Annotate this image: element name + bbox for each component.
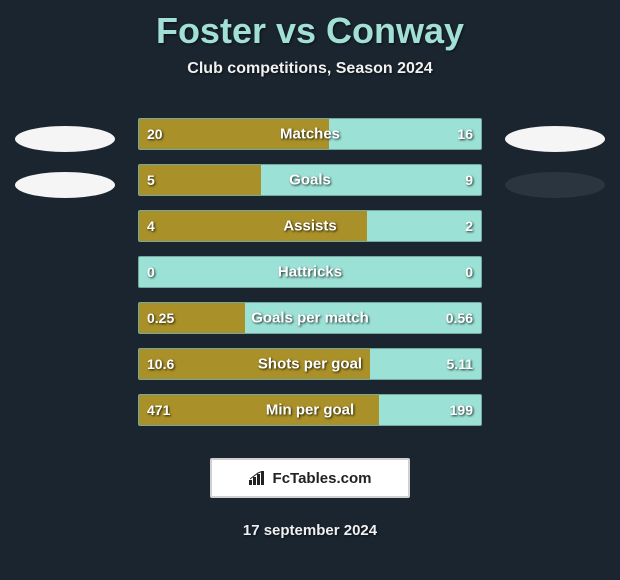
branding-text: FcTables.com — [273, 470, 372, 487]
stat-left-value: 471 — [147, 402, 170, 418]
chart-icon — [249, 471, 267, 485]
stat-left-value: 20 — [147, 126, 163, 142]
left-player-col — [10, 118, 120, 218]
stat-label: Assists — [283, 218, 336, 235]
footer-date: 17 september 2024 — [0, 522, 620, 539]
stat-bars: 20 Matches 16 5 Goals 9 4 Assists 2 0 Ha… — [138, 118, 482, 426]
stats-area: 20 Matches 16 5 Goals 9 4 Assists 2 0 Ha… — [0, 118, 620, 426]
stat-label: Hattricks — [278, 264, 342, 281]
right-player-col — [500, 118, 610, 218]
stat-right-value: 9 — [465, 172, 473, 188]
page-subtitle: Club competitions, Season 2024 — [0, 60, 620, 78]
stat-label: Min per goal — [266, 402, 354, 419]
stat-fill-left — [139, 165, 261, 195]
stat-row-goals-per-match: 0.25 Goals per match 0.56 — [138, 302, 482, 334]
stat-left-value: 0.25 — [147, 310, 174, 326]
stat-label: Goals — [289, 172, 331, 189]
stat-label: Matches — [280, 126, 340, 143]
stat-right-value: 2 — [465, 218, 473, 234]
stat-label: Goals per match — [251, 310, 369, 327]
stat-row-shots-per-goal: 10.6 Shots per goal 5.11 — [138, 348, 482, 380]
stat-left-value: 10.6 — [147, 356, 174, 372]
stat-right-value: 16 — [457, 126, 473, 142]
stat-row-assists: 4 Assists 2 — [138, 210, 482, 242]
stat-row-goals: 5 Goals 9 — [138, 164, 482, 196]
stat-row-matches: 20 Matches 16 — [138, 118, 482, 150]
stat-right-value: 0.56 — [446, 310, 473, 326]
stat-left-value: 0 — [147, 264, 155, 280]
stat-right-value: 0 — [465, 264, 473, 280]
stat-right-value: 5.11 — [447, 356, 473, 372]
left-player-logo-placeholder — [15, 126, 115, 152]
stat-row-hattricks: 0 Hattricks 0 — [138, 256, 482, 288]
comparison-card: Foster vs Conway Club competitions, Seas… — [0, 0, 620, 580]
stat-row-min-per-goal: 471 Min per goal 199 — [138, 394, 482, 426]
page-title: Foster vs Conway — [0, 10, 620, 52]
branding-badge: FcTables.com — [210, 458, 410, 498]
right-player-flag-placeholder — [505, 172, 605, 198]
right-player-logo-placeholder — [505, 126, 605, 152]
left-player-flag-placeholder — [15, 172, 115, 198]
stat-left-value: 5 — [147, 172, 155, 188]
stat-right-value: 199 — [450, 402, 473, 418]
stat-label: Shots per goal — [258, 356, 362, 373]
stat-left-value: 4 — [147, 218, 155, 234]
